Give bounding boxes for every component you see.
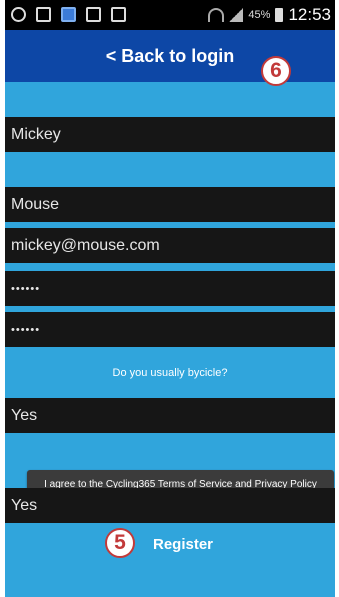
last-name-field[interactable]: Mouse — [5, 187, 335, 222]
battery-icon — [275, 8, 284, 22]
register-button[interactable]: Register — [153, 536, 213, 553]
annotation-badge-5: 5 — [105, 528, 135, 558]
cycling-question-label: Do you usually bycicle? — [112, 367, 228, 379]
clock: 12:53 — [288, 5, 331, 24]
password-field[interactable]: •••••• — [5, 271, 335, 306]
battery-percent: 45% — [248, 9, 271, 21]
location-icon — [11, 7, 26, 22]
download-icon — [111, 7, 126, 22]
confirm-password-field[interactable]: •••••• — [5, 312, 335, 347]
weather-icon — [61, 7, 76, 22]
signal-icon — [229, 8, 244, 22]
email-field[interactable]: mickey@mouse.com — [5, 228, 335, 263]
app-screen: 45% 12:53 < Back to login 6 Mickey Mouse… — [5, 0, 335, 597]
annotation-badge-6: 6 — [261, 56, 291, 86]
cycling-select[interactable]: Yes — [5, 398, 335, 433]
terms-select[interactable]: Yes — [5, 488, 335, 523]
back-to-login-link[interactable]: < Back to login — [106, 46, 235, 67]
wifi-icon — [208, 8, 225, 22]
status-bar: 45% 12:53 — [5, 0, 335, 30]
first-name-field[interactable]: Mickey — [5, 117, 335, 152]
message-icon — [86, 7, 101, 22]
image-icon — [36, 7, 51, 22]
